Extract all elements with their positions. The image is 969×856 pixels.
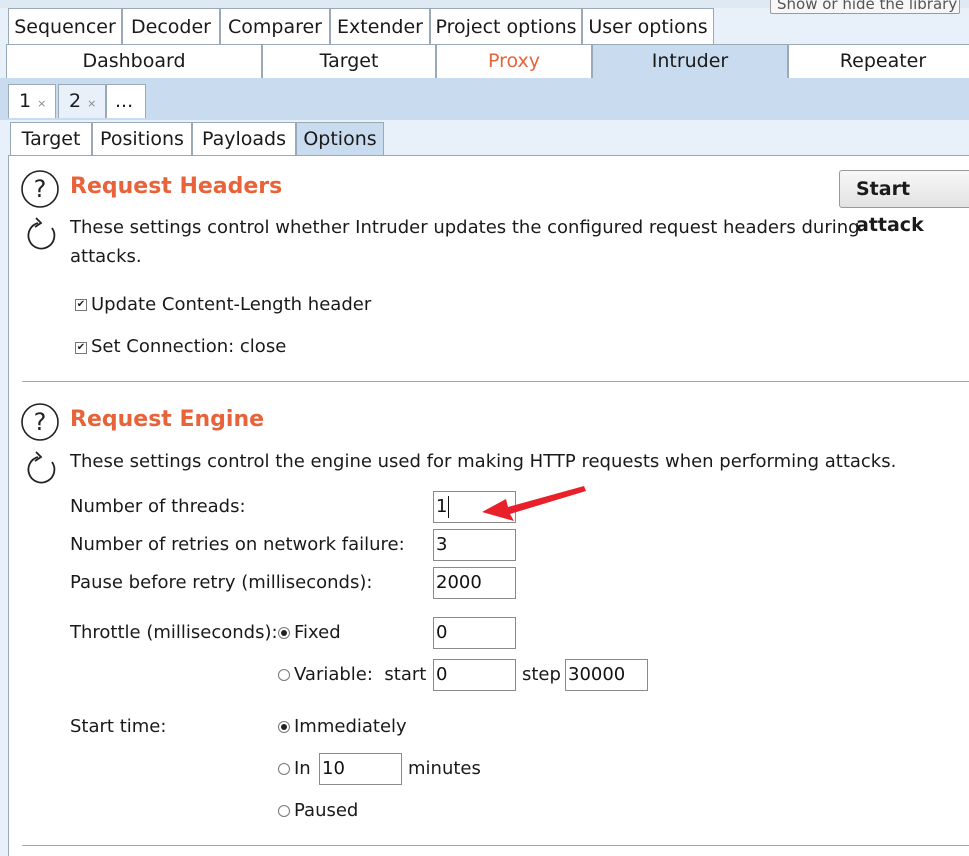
- tab-decoder[interactable]: Decoder: [122, 8, 220, 44]
- start-in-label: In: [294, 758, 311, 779]
- variable-step-input[interactable]: 30000: [565, 659, 648, 691]
- start-attack-button[interactable]: Start attack: [839, 170, 969, 236]
- set-connection-close-label: Set Connection: close: [91, 336, 287, 357]
- throttle-fixed-input[interactable]: 0: [433, 617, 516, 649]
- update-content-length-checkbox[interactable]: ✔: [75, 299, 87, 311]
- request-engine-desc: These settings control the engine used f…: [70, 451, 897, 472]
- section-divider: [22, 845, 969, 846]
- section-divider: [22, 381, 969, 382]
- tab-sequencer[interactable]: Sequencer: [8, 8, 122, 44]
- svg-text:?: ?: [34, 408, 47, 436]
- close-icon[interactable]: ×: [37, 97, 46, 110]
- retries-label: Number of retries on network failure:: [70, 534, 405, 555]
- start-time-label: Start time:: [70, 716, 167, 737]
- svg-text:?: ?: [34, 175, 47, 203]
- throttle-label: Throttle (milliseconds):: [70, 622, 278, 643]
- set-connection-close-checkbox[interactable]: ✔: [75, 342, 87, 354]
- request-engine-title: Request Engine: [70, 407, 265, 432]
- minutes-label: minutes: [408, 758, 481, 779]
- start-in-minutes-input[interactable]: 10: [319, 753, 402, 785]
- annotation-arrow-icon: [482, 486, 586, 521]
- update-content-length-label: Update Content-Length header: [91, 294, 372, 315]
- start-paused-radio[interactable]: [278, 805, 290, 817]
- tab-project-options[interactable]: Project options: [430, 8, 582, 44]
- library-tooltip: Show or hide the library: [770, 0, 960, 14]
- refresh-icon[interactable]: [22, 448, 62, 488]
- start-in-radio[interactable]: [278, 763, 290, 775]
- step-label: step: [522, 664, 561, 685]
- subtab-options[interactable]: Options: [296, 122, 384, 156]
- request-headers-desc-1: These settings control whether Intruder …: [70, 217, 860, 238]
- variable-start-input[interactable]: 0: [433, 659, 516, 691]
- tab-extender[interactable]: Extender: [330, 8, 430, 44]
- help-icon[interactable]: ?: [20, 402, 62, 444]
- tab-user-options[interactable]: User options: [582, 8, 714, 44]
- subtab-payloads[interactable]: Payloads: [192, 122, 296, 156]
- attack-tab-2-label: 2: [69, 90, 82, 112]
- threads-label: Number of threads:: [70, 496, 246, 517]
- request-headers-title: Request Headers: [70, 174, 283, 199]
- tab-target[interactable]: Target: [262, 44, 436, 78]
- tab-repeater[interactable]: Repeater: [788, 44, 969, 78]
- attack-tab-1[interactable]: 1 ×: [8, 84, 56, 118]
- start-immediately-label: Immediately: [294, 716, 407, 737]
- throttle-fixed-radio[interactable]: [278, 627, 290, 639]
- retries-input[interactable]: 3: [433, 529, 516, 561]
- start-paused-label: Paused: [294, 800, 359, 821]
- attack-tab-2[interactable]: 2 ×: [58, 84, 106, 118]
- new-tab-label: ...: [115, 90, 134, 112]
- new-attack-tab[interactable]: ...: [106, 84, 146, 118]
- throttle-variable-radio[interactable]: [278, 669, 290, 681]
- subtab-positions[interactable]: Positions: [92, 122, 192, 156]
- pause-label: Pause before retry (milliseconds):: [70, 572, 373, 593]
- tab-dashboard[interactable]: Dashboard: [6, 44, 262, 78]
- start-immediately-radio[interactable]: [278, 721, 290, 733]
- help-icon[interactable]: ?: [20, 169, 62, 211]
- throttle-variable-label: Variable: start: [294, 664, 427, 685]
- request-headers-desc-2: attacks.: [70, 246, 142, 267]
- refresh-icon[interactable]: [22, 214, 62, 254]
- tab-comparer[interactable]: Comparer: [220, 8, 330, 44]
- subtab-target[interactable]: Target: [10, 122, 92, 156]
- throttle-fixed-label: Fixed: [294, 622, 341, 643]
- text-cursor: [448, 496, 449, 518]
- attack-tab-1-label: 1: [19, 90, 32, 112]
- close-icon[interactable]: ×: [87, 97, 96, 110]
- tab-proxy[interactable]: Proxy: [436, 44, 592, 78]
- pause-input[interactable]: 2000: [433, 567, 516, 599]
- tab-intruder[interactable]: Intruder: [592, 44, 788, 78]
